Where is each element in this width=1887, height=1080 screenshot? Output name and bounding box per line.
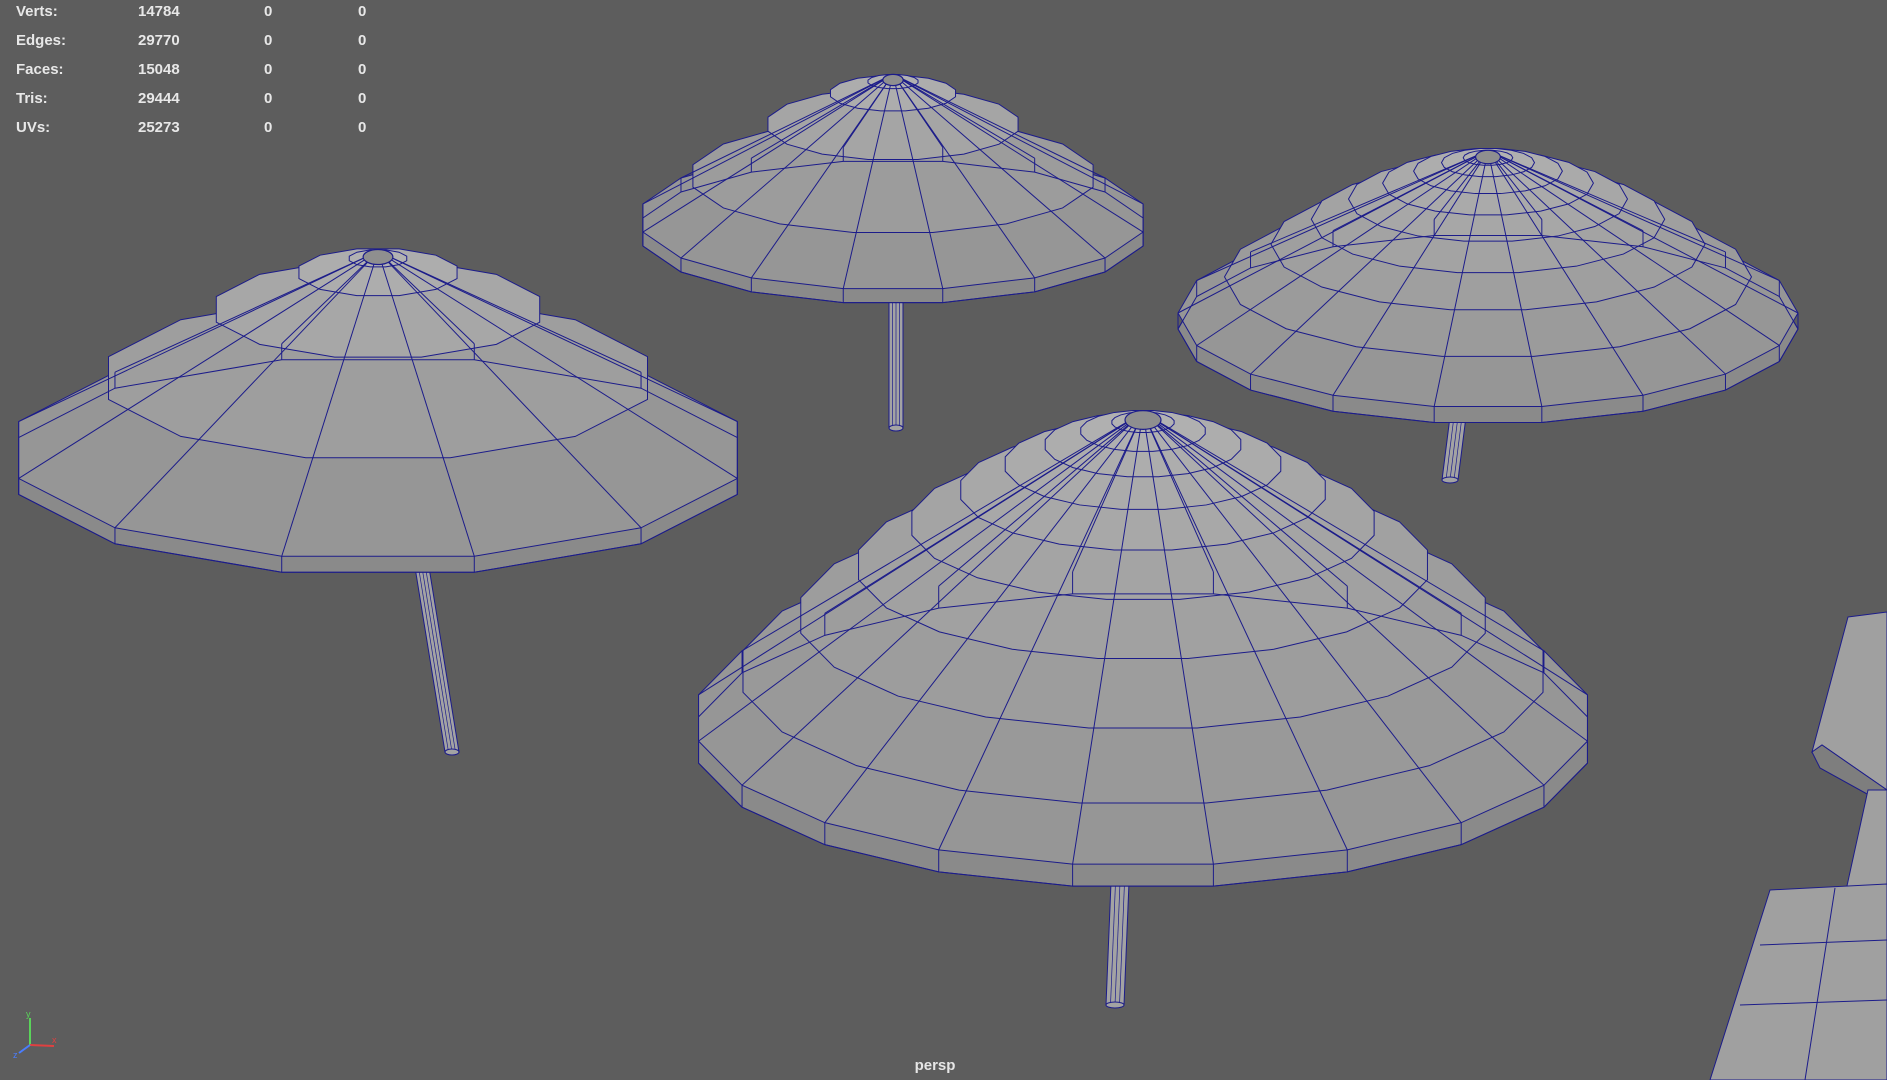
svg-text:z: z — [13, 1050, 18, 1060]
umbrella-left-pole — [412, 554, 460, 756]
stat-label: Edges: — [16, 32, 67, 49]
stat-value: 0 — [264, 61, 273, 78]
stat-value: 0 — [264, 90, 273, 107]
stat-value: 14784 — [138, 3, 180, 20]
stat-value: 0 — [358, 119, 367, 136]
stat-value: 0 — [264, 3, 273, 20]
stat-value: 0 — [358, 32, 367, 49]
heads-up-display-stats: Verts: 14784 0 0 Edges: 29770 0 0 Faces:… — [0, 0, 400, 140]
umbrella-top-canopy[interactable] — [642, 73, 1144, 304]
stat-value: 0 — [358, 61, 367, 78]
viewport-scene[interactable] — [0, 0, 1887, 1080]
stat-value: 0 — [264, 119, 273, 136]
stat-row-edges: Edges: 29770 0 0 — [16, 32, 376, 52]
stat-row-faces: Faces: 15048 0 0 — [16, 61, 376, 81]
stat-value: 0 — [358, 3, 367, 20]
stat-label: Tris: — [16, 90, 48, 107]
stat-value: 25273 — [138, 119, 180, 136]
persp-viewport[interactable]: Verts: 14784 0 0 Edges: 29770 0 0 Faces:… — [0, 0, 1887, 1080]
stat-label: UVs: — [16, 119, 51, 136]
axis-gizmo-icon: y x z — [13, 1010, 57, 1060]
stat-label: Verts: — [16, 3, 58, 20]
stat-value: 0 — [358, 90, 367, 107]
stat-value: 29444 — [138, 90, 180, 107]
partial-umbrella-object — [1709, 611, 1887, 1080]
stat-row-tris: Tris: 29444 0 0 — [16, 90, 376, 110]
stat-value: 29770 — [138, 32, 180, 49]
stat-value: 15048 — [138, 61, 180, 78]
camera-name-label: persp — [914, 1057, 956, 1074]
stat-value: 0 — [264, 32, 273, 49]
umbrella-right-canopy[interactable] — [1177, 148, 1799, 424]
stat-row-verts: Verts: 14784 0 0 — [16, 3, 376, 23]
stat-label: Faces: — [16, 61, 64, 78]
umbrella-left-canopy[interactable] — [18, 248, 738, 573]
umbrella-canopies — [18, 73, 1799, 887]
stat-row-uvs: UVs: 25273 0 0 — [16, 119, 376, 139]
svg-text:x: x — [52, 1035, 57, 1045]
svg-text:y: y — [26, 1010, 31, 1019]
